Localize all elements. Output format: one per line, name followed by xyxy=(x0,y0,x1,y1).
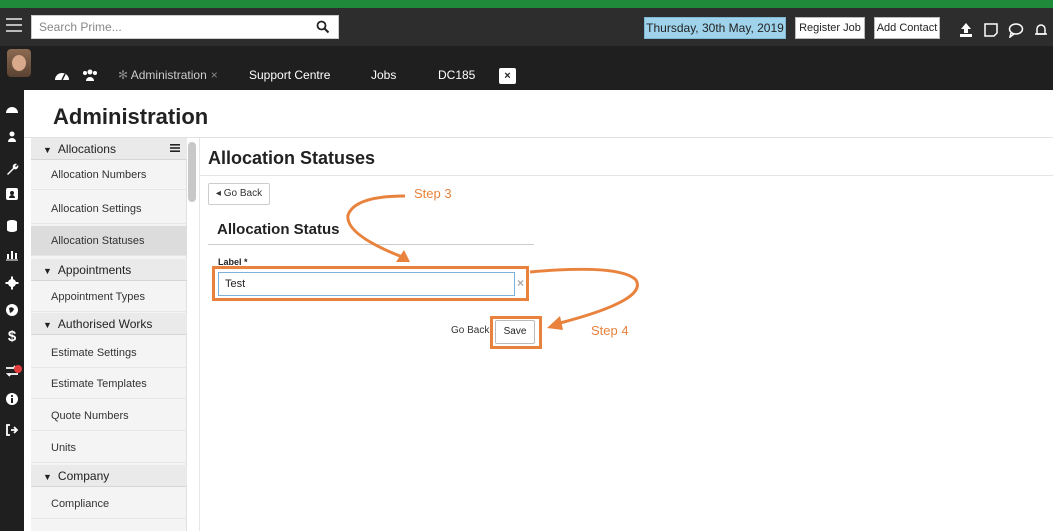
settings-menu: ▼ Allocations Allocation Numbers Allocati… xyxy=(31,138,187,531)
tab-jobs[interactable]: Jobs xyxy=(371,68,396,82)
divider xyxy=(208,244,534,245)
upload-icon[interactable] xyxy=(958,22,974,38)
divider xyxy=(199,138,200,531)
info-icon[interactable] xyxy=(5,392,19,406)
menu-section-allocations[interactable]: ▼ Allocations xyxy=(31,138,187,160)
step3-arrow xyxy=(346,194,406,260)
step4-arrow xyxy=(529,267,639,325)
caret-down-icon: ▼ xyxy=(43,145,52,155)
menu-item-allocation-numbers[interactable]: Allocation Numbers xyxy=(31,160,187,190)
menu-item-appointment-types[interactable]: Appointment Types xyxy=(31,282,187,312)
date-button[interactable]: Thursday, 30th May, 2019 xyxy=(644,17,786,39)
search-icon[interactable] xyxy=(316,20,330,34)
divider xyxy=(200,175,1053,176)
caret-down-icon: ▼ xyxy=(43,266,52,276)
step4-label: Step 4 xyxy=(591,323,629,338)
globe-icon[interactable] xyxy=(5,303,19,317)
notification-badge xyxy=(14,365,22,373)
avatar[interactable] xyxy=(7,49,31,77)
step3-highlight-box xyxy=(212,266,529,301)
step4-highlight-box xyxy=(490,316,542,349)
users-icon[interactable] xyxy=(82,68,98,82)
database-icon[interactable] xyxy=(5,219,19,233)
bell-icon[interactable] xyxy=(1033,22,1049,38)
caret-down-icon: ▼ xyxy=(43,320,52,330)
form-title: Allocation Status xyxy=(217,221,340,238)
step4-arrowhead xyxy=(547,316,563,330)
top-bar: Thursday, 30th May, 2019 Register Job Ad… xyxy=(0,8,1053,46)
search-box[interactable] xyxy=(31,15,339,39)
dashboard-icon[interactable] xyxy=(5,102,19,116)
caret-down-icon: ▼ xyxy=(43,472,52,482)
close-tab-button[interactable]: × xyxy=(499,68,516,84)
chat-icon[interactable] xyxy=(1008,22,1024,38)
go-back-button[interactable]: ◂ Go Back xyxy=(208,183,270,205)
tab-bar: ✻ Administration × Support Centre Jobs DC… xyxy=(0,46,1053,90)
search-input[interactable] xyxy=(32,16,302,38)
wrench-icon[interactable] xyxy=(5,162,19,176)
left-rail: $ xyxy=(0,90,24,531)
gear-icon[interactable] xyxy=(5,276,19,290)
page-title: Administration xyxy=(53,104,209,129)
hamburger-icon[interactable] xyxy=(6,18,22,32)
list-icon[interactable] xyxy=(169,142,181,154)
users-icon[interactable] xyxy=(5,130,19,144)
dollar-icon[interactable]: $ xyxy=(5,329,19,344)
tab-dc185[interactable]: DC185 xyxy=(438,68,475,82)
close-icon[interactable]: × xyxy=(211,68,218,82)
menu-item-compliance[interactable]: Compliance xyxy=(31,489,187,519)
step3-arrowhead xyxy=(396,250,410,262)
menu-item-quote-numbers[interactable]: Quote Numbers xyxy=(31,401,187,431)
menu-scrollbar[interactable] xyxy=(188,142,196,202)
menu-item-allocation-settings[interactable]: Allocation Settings xyxy=(31,194,187,224)
tab-administration[interactable]: ✻ Administration × xyxy=(118,68,218,82)
go-back-link[interactable]: Go Back xyxy=(451,325,489,336)
contact-card-icon[interactable] xyxy=(5,187,19,201)
menu-item-estimate-templates[interactable]: Estimate Templates xyxy=(31,369,187,399)
dashboard-icon[interactable] xyxy=(54,68,70,82)
note-icon[interactable] xyxy=(983,22,999,38)
register-job-button[interactable]: Register Job xyxy=(795,17,865,39)
menu-item-estimate-settings[interactable]: Estimate Settings xyxy=(31,338,187,368)
menu-item-allocation-statuses[interactable]: Allocation Statuses xyxy=(31,226,187,256)
menu-section-company[interactable]: ▼ Company xyxy=(31,465,187,487)
menu-section-authorised-works[interactable]: ▼ Authorised Works xyxy=(31,313,187,335)
top-accent-bar xyxy=(0,0,1053,8)
bar-chart-icon[interactable] xyxy=(5,247,19,261)
section-title: Allocation Statuses xyxy=(208,148,376,168)
menu-section-appointments[interactable]: ▼ Appointments xyxy=(31,259,187,281)
tab-settings-icon: ✻ xyxy=(118,68,131,82)
tab-support-centre[interactable]: Support Centre xyxy=(249,68,330,82)
add-contact-button[interactable]: Add Contact xyxy=(874,17,940,39)
menu-item-units[interactable]: Units xyxy=(31,433,187,463)
logout-icon[interactable] xyxy=(5,423,19,437)
step3-label: Step 3 xyxy=(414,186,452,201)
